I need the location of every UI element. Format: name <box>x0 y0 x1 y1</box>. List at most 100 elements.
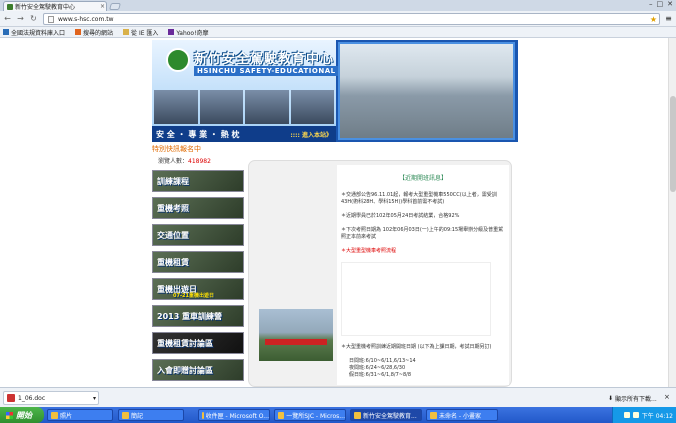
minimize-button[interactable]: – <box>649 0 653 8</box>
maximize-button[interactable]: □ <box>657 0 664 8</box>
menu-item-camp[interactable]: 2013 重車訓練營 <box>152 305 244 327</box>
enter-site-link[interactable]: :::: 進入本站》 <box>290 130 332 139</box>
menu-item-member-forum[interactable]: 入會即贈討論區 <box>152 359 244 381</box>
process-link[interactable]: ＊大型重型機車考照流程 <box>341 248 505 255</box>
windows-flag-icon <box>6 411 13 419</box>
announcement-column: 【近期開班訊息】 ＊交通部公告96.11.01起，報考大型重型機車550CC(以… <box>337 165 509 385</box>
bookmark-item[interactable]: 從 IE 匯入 <box>123 28 158 37</box>
address-bar[interactable]: www.s-hsc.com.tw ★ <box>43 13 660 25</box>
start-button[interactable]: 開始 <box>0 407 44 423</box>
download-item[interactable]: 1_06.doc ▾ <box>3 391 99 405</box>
bookmark-item[interactable]: Yahoo!奇摩 <box>168 28 209 37</box>
logo-emblem-icon <box>166 48 190 72</box>
menu-item-rental[interactable]: 重機租賃 <box>152 251 244 273</box>
chrome-icon <box>354 411 361 419</box>
schedule-title: ＊大型重機考照訓練近期開班日期 (以下為上課日期，考試日期另訂) <box>341 344 492 350</box>
schedule-list: 日間班:6/10~6/11,6/13~14 夜間班:6/24~6/28,6/30… <box>341 358 505 379</box>
taskbar-item[interactable]: 一覽所SJC - Micros... <box>274 409 346 421</box>
schedule-item: 日間班:6/10~6/11,6/13~14 <box>349 358 416 364</box>
banner-photo <box>199 90 243 124</box>
site-container: 新竹安全駕駛教育中心 HSINCHU SAFETY-EDUCATIONAL CE… <box>152 40 518 387</box>
menu-item-subtitle: 07-21重機出遊日 <box>173 293 214 299</box>
taskbar-item[interactable]: 照片 <box>47 409 113 421</box>
taskbar-item[interactable]: 新竹安全駕駛教育... <box>350 409 422 421</box>
bookmark-item[interactable]: 搜尋的網站 <box>75 28 113 37</box>
group-photo-banner <box>265 339 327 345</box>
paint-icon <box>430 411 437 419</box>
forward-arrow-icon[interactable]: → <box>16 14 25 23</box>
slogan-text: 安 全 ・ 專 業 ・ 熱 枕 <box>156 129 240 139</box>
browser-titlebar: 新竹安全駕駛教育中心 × – □ ✕ <box>0 0 676 11</box>
taskbar-item[interactable]: 收件匣 - Microsoft O... <box>198 409 270 421</box>
banner-slogan-bar: 安 全 ・ 專 業 ・ 熱 枕 :::: 進入本站》 <box>152 126 336 142</box>
download-file-name: 1_06.doc <box>18 394 46 402</box>
bookmarks-bar: 全國法規資料庫入口 搜尋的網站 從 IE 匯入 Yahoo!奇摩 <box>0 27 676 38</box>
page-viewport: 新竹安全駕駛教育中心 HSINCHU SAFETY-EDUCATIONAL CE… <box>0 38 668 387</box>
scrollbar-thumb[interactable] <box>670 96 676 192</box>
tab-title: 新竹安全駕駛教育中心 <box>15 4 76 11</box>
folder-icon <box>123 29 130 35</box>
windows-taskbar: 開始 照片 簡記 收件匣 - Microsoft O... 一覽所SJC - M… <box>0 407 676 423</box>
visitor-counter: 瀏覽人數：418982 <box>158 156 211 165</box>
visitor-count: 418982 <box>188 158 211 165</box>
reload-icon[interactable]: ↻ <box>29 14 38 23</box>
banner-hero-photo <box>338 42 515 140</box>
site-banner: 新竹安全駕駛教育中心 HSINCHU SAFETY-EDUCATIONAL CE… <box>152 40 518 142</box>
folder-icon <box>51 411 58 419</box>
page-icon <box>48 15 54 23</box>
browser-tab[interactable]: 新竹安全駕駛教育中心 × <box>3 1 107 11</box>
tab-close-icon[interactable]: × <box>100 3 106 10</box>
system-tray: 下午 04:12 <box>612 407 676 423</box>
show-all-downloads-link[interactable]: ⬇ 顯示所有下載... <box>608 394 657 403</box>
vertical-scrollbar[interactable] <box>668 38 676 387</box>
back-arrow-icon[interactable]: ← <box>3 14 12 23</box>
banner-photo-strip <box>154 90 334 124</box>
download-bar: 1_06.doc ▾ ⬇ 顯示所有下載... × <box>0 387 676 407</box>
url-text[interactable]: www.s-hsc.com.tw <box>58 16 646 23</box>
word-icon <box>278 411 285 419</box>
menu-item-ride-day[interactable]: 重機出遊日 07-21重機出遊日 <box>152 278 244 300</box>
news-link[interactable]: 特別快訊報名中 <box>152 144 201 154</box>
bookmark-item[interactable]: 全國法規資料庫入口 <box>3 28 65 37</box>
download-arrow-icon: ⬇ <box>608 395 614 402</box>
schedule-item: 假日班:6/31~6/1,8/7~8/8 <box>349 372 412 378</box>
taskbar-item[interactable]: 未命名 - 小畫家 <box>426 409 498 421</box>
menu-item-location[interactable]: 交通位置 <box>152 224 244 246</box>
side-menu: 訓練課程 重機考照 交通位置 重機租賃 重機出遊日 07-21重機出遊日 2013… <box>152 170 244 386</box>
logo-title: 新竹安全駕駛教育中心 <box>194 52 335 67</box>
schedule-item: 夜間班:6/24~6/28,6/30 <box>349 365 406 371</box>
clock: 下午 04:12 <box>641 412 673 420</box>
menu-item-rental-forum[interactable]: 重機租賃討論區 <box>152 332 244 354</box>
close-window-button[interactable]: ✕ <box>667 0 673 8</box>
embedded-media-box[interactable] <box>341 262 491 336</box>
window-controls: – □ ✕ <box>649 0 673 8</box>
banner-photo <box>290 90 334 124</box>
yahoo-icon <box>168 29 175 35</box>
chevron-down-icon[interactable]: ▾ <box>93 395 98 402</box>
search-site-icon <box>75 29 82 35</box>
folder-icon <box>122 411 129 419</box>
outlook-icon <box>202 411 204 419</box>
group-photo <box>259 309 333 361</box>
menu-item-license[interactable]: 重機考照 <box>152 197 244 219</box>
menu-icon[interactable]: ≡ <box>664 14 673 24</box>
banner-photo <box>154 90 198 124</box>
site-favicon-icon <box>7 3 13 10</box>
volume-icon[interactable] <box>632 412 639 418</box>
doc-icon <box>3 29 9 35</box>
visitor-label: 瀏覽人數： <box>158 158 189 165</box>
content-panel: 【近期開班訊息】 ＊交通部公告96.11.01起，報考大型重型機車550CC(以… <box>248 160 512 387</box>
site-logo[interactable]: 新竹安全駕駛教育中心 HSINCHU SAFETY-EDUCATIONAL CE… <box>166 46 376 90</box>
new-tab-button[interactable] <box>109 3 121 10</box>
banner-left: 新竹安全駕駛教育中心 HSINCHU SAFETY-EDUCATIONAL CE… <box>152 40 376 142</box>
browser-toolbar: ← → ↻ www.s-hsc.com.tw ★ ≡ <box>0 11 676 27</box>
menu-item-training[interactable]: 訓練課程 <box>152 170 244 192</box>
announcement-title: 【近期開班訊息】 <box>398 175 447 182</box>
taskbar-item[interactable]: 簡記 <box>118 409 184 421</box>
bookmark-star-icon[interactable]: ★ <box>650 15 659 24</box>
file-icon <box>7 394 15 402</box>
announcement-item: ＊交通部公告96.11.01起，報考大型重型機車550CC(以上者，需受訓43H… <box>341 192 497 205</box>
banner-photo <box>245 90 289 124</box>
network-icon[interactable] <box>623 412 630 418</box>
close-icon[interactable]: × <box>664 393 670 401</box>
